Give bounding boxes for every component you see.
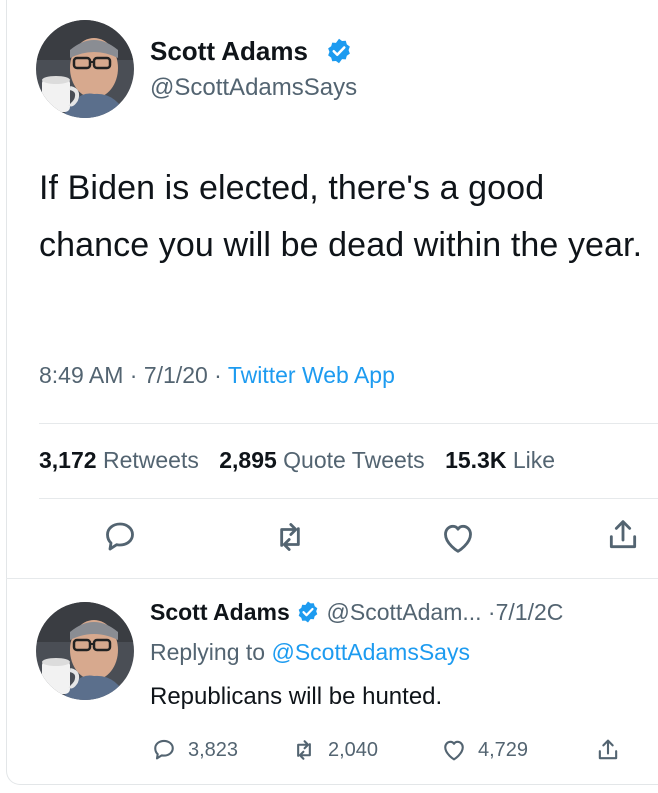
- retweets-label: Retweets: [102, 447, 199, 473]
- reply-like-button[interactable]: 4,729: [440, 735, 528, 765]
- reply-date[interactable]: 7/1/2C: [496, 599, 564, 625]
- avatar[interactable]: [36, 20, 134, 118]
- retweet-icon: [280, 523, 300, 551]
- divider: [6, 578, 658, 579]
- profile-photo: [36, 602, 134, 700]
- quotes-count: 2,895: [219, 447, 277, 473]
- meta-separator: ·: [123, 362, 144, 388]
- reply-retweet-button[interactable]: 2,040: [290, 735, 378, 765]
- reply-text: Republicans will be hunted.: [150, 683, 443, 710]
- reply-author-handle[interactable]: @ScottAdam...: [327, 599, 482, 625]
- replying-to-handle[interactable]: @ScottAdamsSays: [271, 639, 469, 665]
- likes-stat[interactable]: 15.3K Like: [445, 447, 555, 473]
- like-count: 4,729: [478, 738, 529, 761]
- likes-count: 15.3K: [445, 447, 507, 473]
- tweet-date[interactable]: 7/1/20: [144, 362, 208, 388]
- tweet-time[interactable]: 8:49 AM: [39, 362, 123, 388]
- retweets-count: 3,172: [39, 447, 97, 473]
- tweet-meta: 8:49 AM · 7/1/20 · Twitter Web App: [39, 362, 395, 389]
- meta-separator: ·: [207, 362, 228, 388]
- divider: [39, 498, 658, 499]
- reply-icon: [154, 739, 174, 760]
- author-name[interactable]: Scott Adams: [150, 36, 308, 67]
- retweet-icon: [297, 740, 311, 760]
- reply-avatar[interactable]: [36, 602, 134, 700]
- tweet-source[interactable]: Twitter Web App: [228, 362, 395, 388]
- like-button[interactable]: [438, 518, 478, 558]
- quotes-label: Quote Tweets: [283, 447, 425, 473]
- reply-header: Scott Adams @ScottAdam... ·7/1/2C: [150, 599, 563, 626]
- replying-to: Replying to @ScottAdamsSays: [150, 639, 470, 666]
- tweet-text: If Biden is elected, there's a good chan…: [39, 169, 643, 264]
- quotes-stat[interactable]: 2,895 Quote Tweets: [219, 447, 424, 473]
- retweet-button[interactable]: [270, 517, 310, 557]
- share-icon: [598, 739, 618, 760]
- reply-count: 3,823: [188, 738, 239, 761]
- likes-label: Like: [512, 447, 556, 473]
- reply-share-button[interactable]: [594, 735, 622, 765]
- heart-icon: [444, 740, 464, 761]
- reply-icon: [106, 522, 134, 551]
- verified-badge-icon: [296, 600, 320, 624]
- reply-reply-button[interactable]: 3,823: [150, 735, 238, 765]
- heart-icon: [444, 524, 472, 553]
- share-icon: [609, 520, 637, 549]
- retweets-stat[interactable]: 3,172 Retweets: [39, 447, 199, 473]
- verified-badge-icon: [325, 37, 353, 65]
- reply-author-name[interactable]: Scott Adams: [150, 599, 290, 625]
- retweet-count: 2,040: [328, 738, 379, 761]
- share-button[interactable]: [603, 515, 643, 555]
- replying-to-label: Replying to: [150, 639, 266, 665]
- author-handle[interactable]: @ScottAdamsSays: [150, 74, 357, 102]
- meta-separator: ·: [487, 599, 496, 625]
- reply-button[interactable]: [100, 517, 140, 557]
- tweet-stats: 3,172 Retweets 2,895 Quote Tweets 15.3K …: [39, 447, 555, 474]
- divider: [39, 423, 658, 424]
- profile-photo: [36, 20, 134, 118]
